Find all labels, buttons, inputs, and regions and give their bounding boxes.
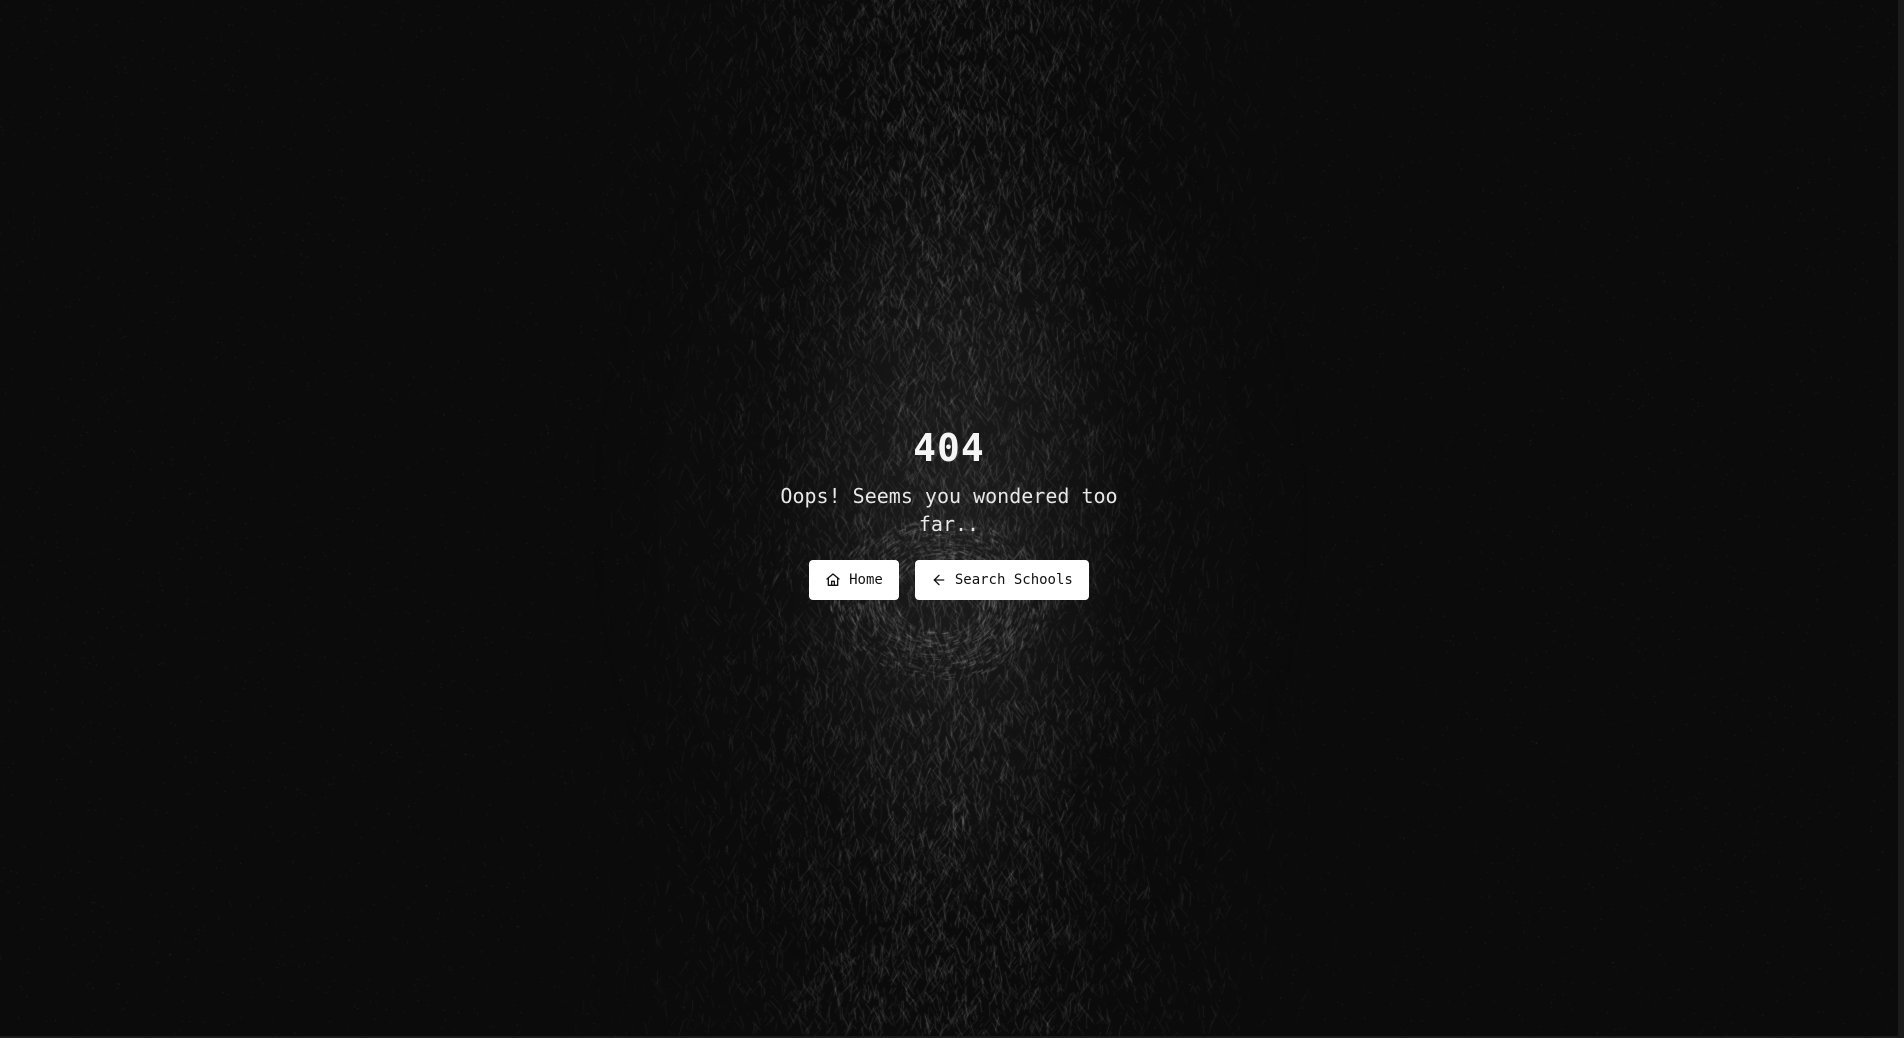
home-icon	[825, 572, 841, 588]
search-schools-button[interactable]: Search Schools	[914, 560, 1089, 600]
error-message: Oops! Seems you wondered too far..	[780, 484, 1118, 536]
error-code: 404	[913, 426, 985, 470]
not-found-page: 404 Oops! Seems you wondered too far.. H…	[0, 0, 1904, 1038]
arrow-left-icon	[931, 572, 947, 588]
error-panel: 404 Oops! Seems you wondered too far.. H…	[0, 424, 1898, 600]
search-schools-button-label: Search Schools	[954, 572, 1073, 588]
action-buttons: Home Search Schools	[809, 560, 1089, 600]
scrollbar-track[interactable]	[1898, 0, 1904, 1038]
home-button[interactable]: Home	[809, 560, 899, 600]
home-button-label: Home	[849, 572, 883, 588]
